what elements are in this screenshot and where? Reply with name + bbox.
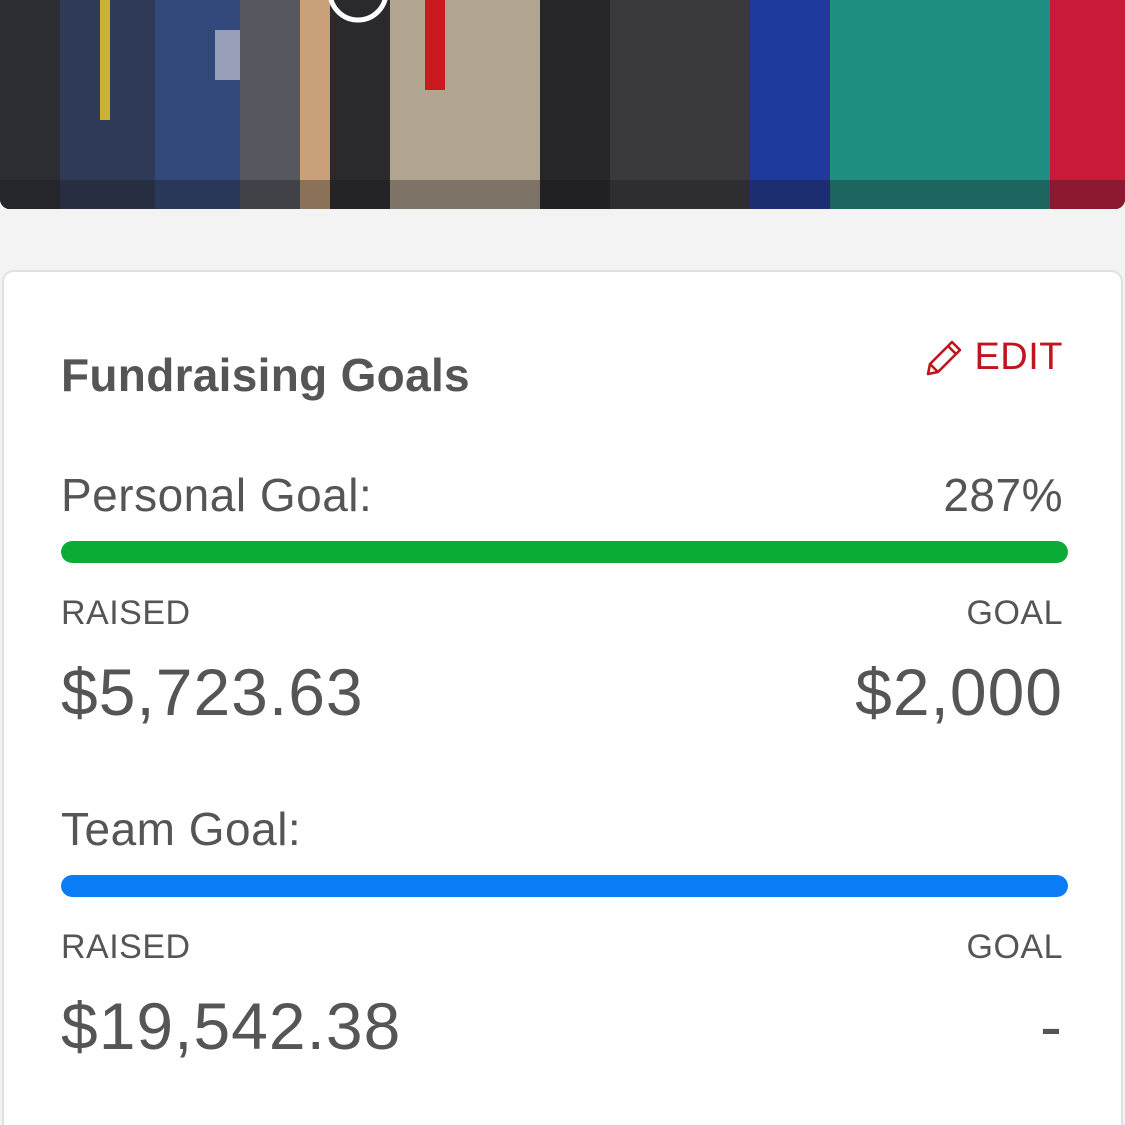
personal-goal-amount: $2,000	[855, 655, 1063, 729]
hero-photo	[0, 0, 1125, 209]
personal-goal-percent: 287%	[943, 469, 1063, 521]
app-screen: Fundraising Goals EDIT Personal Goal: 28…	[0, 0, 1125, 1125]
personal-goal-progress-bar	[61, 541, 1068, 563]
team-goal-caption: GOAL	[966, 928, 1063, 966]
personal-goal-caption: GOAL	[966, 594, 1063, 632]
personal-goal-label: Personal Goal:	[61, 469, 373, 521]
edit-button[interactable]: EDIT	[924, 336, 1063, 379]
team-goal-progress-bar	[61, 875, 1068, 897]
personal-raised-amount: $5,723.63	[61, 655, 364, 729]
card-title: Fundraising Goals	[61, 349, 470, 401]
team-goal-progress-fill	[61, 875, 1068, 897]
personal-raised-caption: RAISED	[61, 594, 191, 632]
fundraising-goals-card: Fundraising Goals EDIT Personal Goal: 28…	[2, 270, 1123, 1125]
event-hero-image	[0, 0, 1125, 209]
team-raised-amount: $19,542.38	[61, 989, 402, 1063]
pencil-icon	[924, 338, 964, 378]
edit-label: EDIT	[974, 336, 1063, 378]
team-goal-amount: -	[1040, 989, 1063, 1063]
team-goal-label: Team Goal:	[61, 803, 302, 855]
team-raised-caption: RAISED	[61, 928, 191, 966]
personal-goal-progress-fill	[61, 541, 1068, 563]
